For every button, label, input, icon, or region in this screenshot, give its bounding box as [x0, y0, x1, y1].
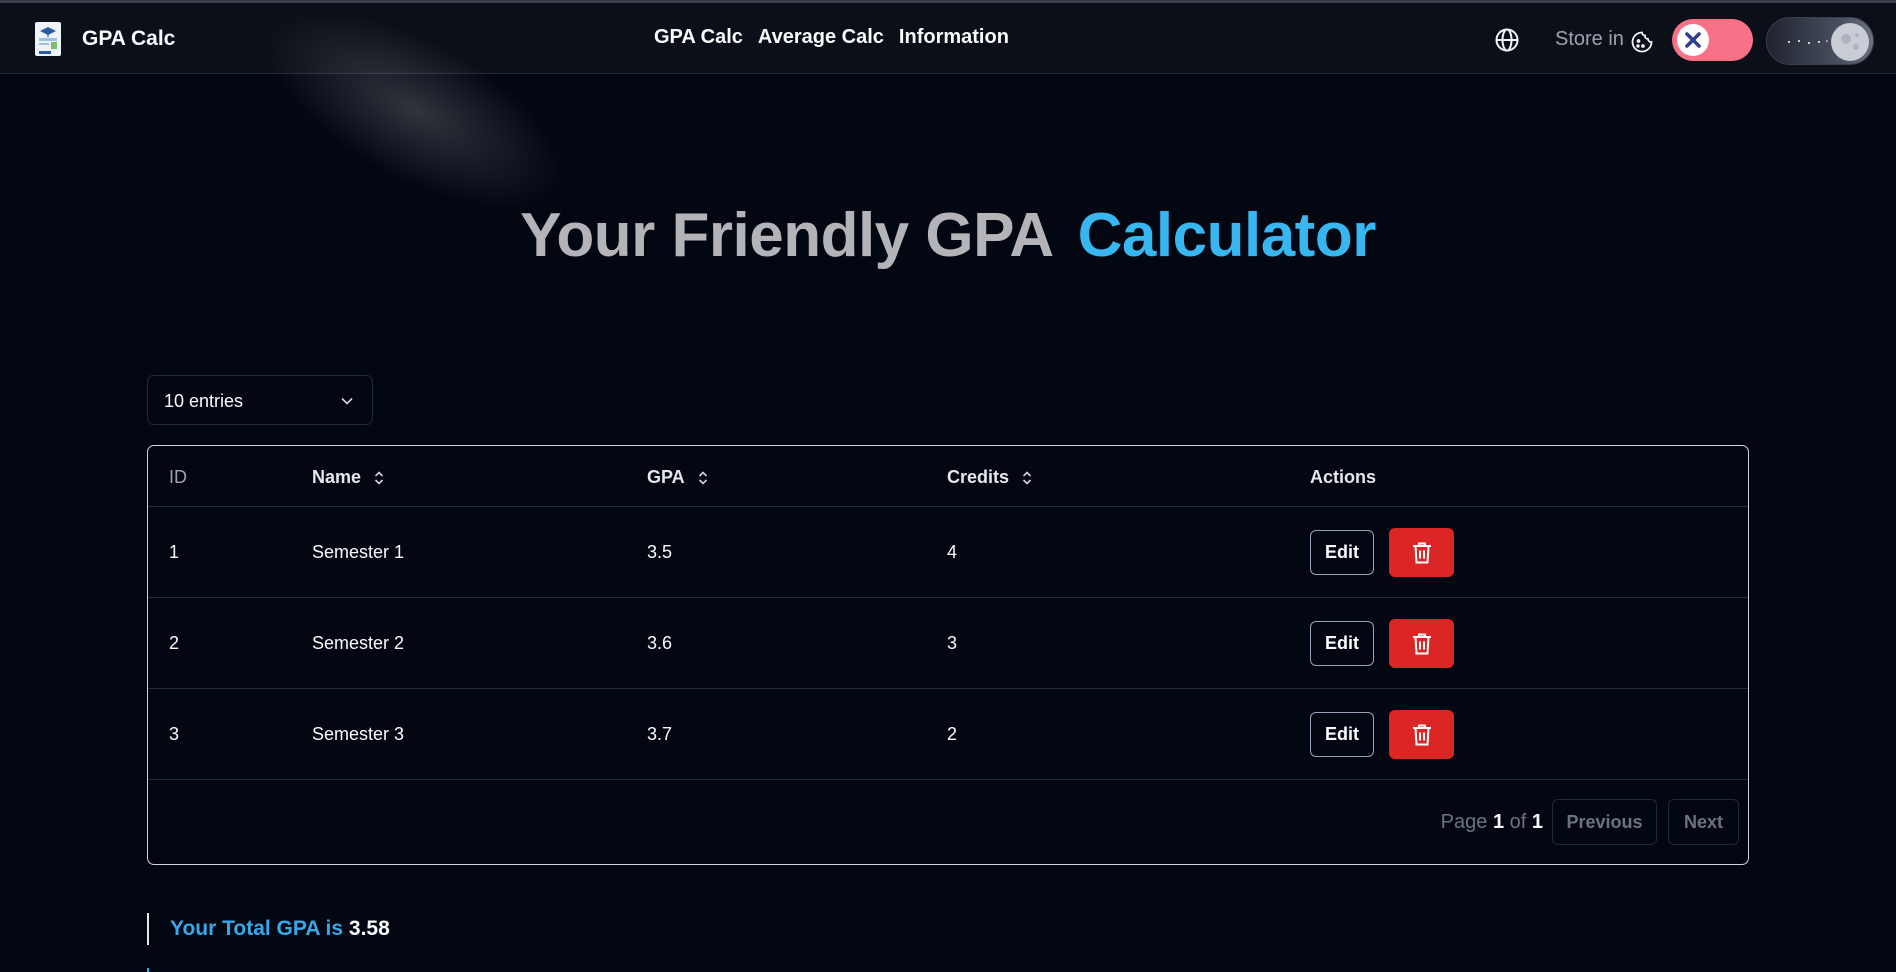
- title-part-one: Your Friendly GPA: [520, 201, 1054, 270]
- edit-button[interactable]: Edit: [1310, 530, 1374, 575]
- cell-gpa: 3.6: [647, 633, 673, 653]
- title-part-two: Calculator: [1077, 201, 1377, 270]
- cookie-icon: [1631, 31, 1653, 53]
- sort-icon[interactable]: [373, 470, 385, 486]
- delete-button[interactable]: [1389, 528, 1454, 577]
- cell-name: Semester 3: [312, 724, 405, 744]
- cell-credits: 3: [947, 633, 958, 653]
- next-page-button[interactable]: Next: [1668, 799, 1739, 845]
- close-icon: [1685, 32, 1701, 48]
- app-logo-icon[interactable]: [34, 21, 62, 57]
- delete-button[interactable]: [1389, 619, 1454, 668]
- table-row: 1 Semester 1 3.5 4 Edit: [148, 507, 1748, 598]
- of-word: of: [1509, 811, 1527, 833]
- page-indicator: Page 1 of 1: [1441, 811, 1543, 834]
- total-gpa-summary: Your Total GPA is 3.58: [147, 913, 390, 945]
- semesters-table: ID Name GPA Credits Actions 1 Semester 1…: [147, 445, 1749, 865]
- next-section-marker: [147, 968, 149, 972]
- nav-link-average-calc[interactable]: Average Calc: [758, 26, 884, 49]
- column-header-gpa[interactable]: GPA: [647, 467, 709, 488]
- trash-icon: [1413, 724, 1431, 746]
- chevron-down-icon: [341, 397, 353, 405]
- column-label: Actions: [1310, 467, 1377, 487]
- cell-gpa: 3.5: [647, 542, 673, 562]
- table-row: 2 Semester 2 3.6 3 Edit: [148, 598, 1748, 689]
- top-navbar: GPA Calc GPA Calc Average Calc Informati…: [0, 3, 1896, 74]
- cell-id: 3: [169, 724, 180, 744]
- app-brand-name[interactable]: GPA Calc: [82, 27, 175, 51]
- sort-icon[interactable]: [1021, 470, 1033, 486]
- column-header-name[interactable]: Name: [312, 467, 385, 488]
- store-in-label: Store in: [1555, 28, 1624, 50]
- trash-icon: [1413, 542, 1431, 564]
- cell-name: Semester 1: [312, 542, 405, 562]
- column-header-actions: Actions: [1310, 467, 1376, 488]
- previous-page-button[interactable]: Previous: [1552, 799, 1657, 845]
- column-label: Credits: [947, 467, 1010, 487]
- nav-link-information[interactable]: Information: [899, 26, 1009, 49]
- delete-button[interactable]: [1389, 710, 1454, 759]
- stars-icon: [1788, 40, 1828, 44]
- main-nav: GPA Calc Average Calc Information: [654, 26, 1009, 49]
- table-row: 3 Semester 3 3.7 2 Edit: [148, 689, 1748, 780]
- theme-toggle[interactable]: [1766, 17, 1874, 65]
- entries-selected-value: 10 entries: [164, 391, 244, 411]
- column-label: ID: [169, 467, 187, 487]
- total-gpa-label: Your Total GPA is: [170, 917, 344, 940]
- page-word: Page: [1440, 811, 1488, 833]
- globe-icon[interactable]: [1494, 27, 1520, 53]
- column-label: Name: [312, 467, 362, 487]
- current-page: 1: [1492, 811, 1505, 833]
- cell-gpa: 3.7: [647, 724, 673, 744]
- edit-button[interactable]: Edit: [1310, 712, 1374, 757]
- moon-icon: [1831, 23, 1869, 61]
- nav-link-gpa-calc[interactable]: GPA Calc: [654, 26, 743, 49]
- pagination: Page 1 of 1 Previous Next: [148, 799, 1748, 845]
- table-header: ID Name GPA Credits Actions: [148, 446, 1748, 507]
- entries-per-page-select[interactable]: 10 entries: [147, 375, 373, 425]
- cell-credits: 2: [947, 724, 958, 744]
- sort-icon[interactable]: [697, 470, 709, 486]
- column-label: GPA: [647, 467, 685, 487]
- cell-name: Semester 2: [312, 633, 405, 653]
- store-cookie-toggle[interactable]: [1672, 19, 1753, 61]
- toggle-knob: [1677, 24, 1709, 56]
- total-pages: 1: [1531, 811, 1543, 833]
- edit-button[interactable]: Edit: [1310, 621, 1374, 666]
- cell-id: 1: [169, 542, 180, 562]
- column-header-id: ID: [169, 467, 187, 488]
- total-gpa-value: 3.58: [348, 917, 390, 940]
- trash-icon: [1413, 633, 1431, 655]
- column-header-credits[interactable]: Credits: [947, 467, 1033, 488]
- cell-id: 2: [169, 633, 180, 653]
- cell-credits: 4: [947, 542, 958, 562]
- page-title: Your Friendly GPA Calculator: [0, 200, 1896, 271]
